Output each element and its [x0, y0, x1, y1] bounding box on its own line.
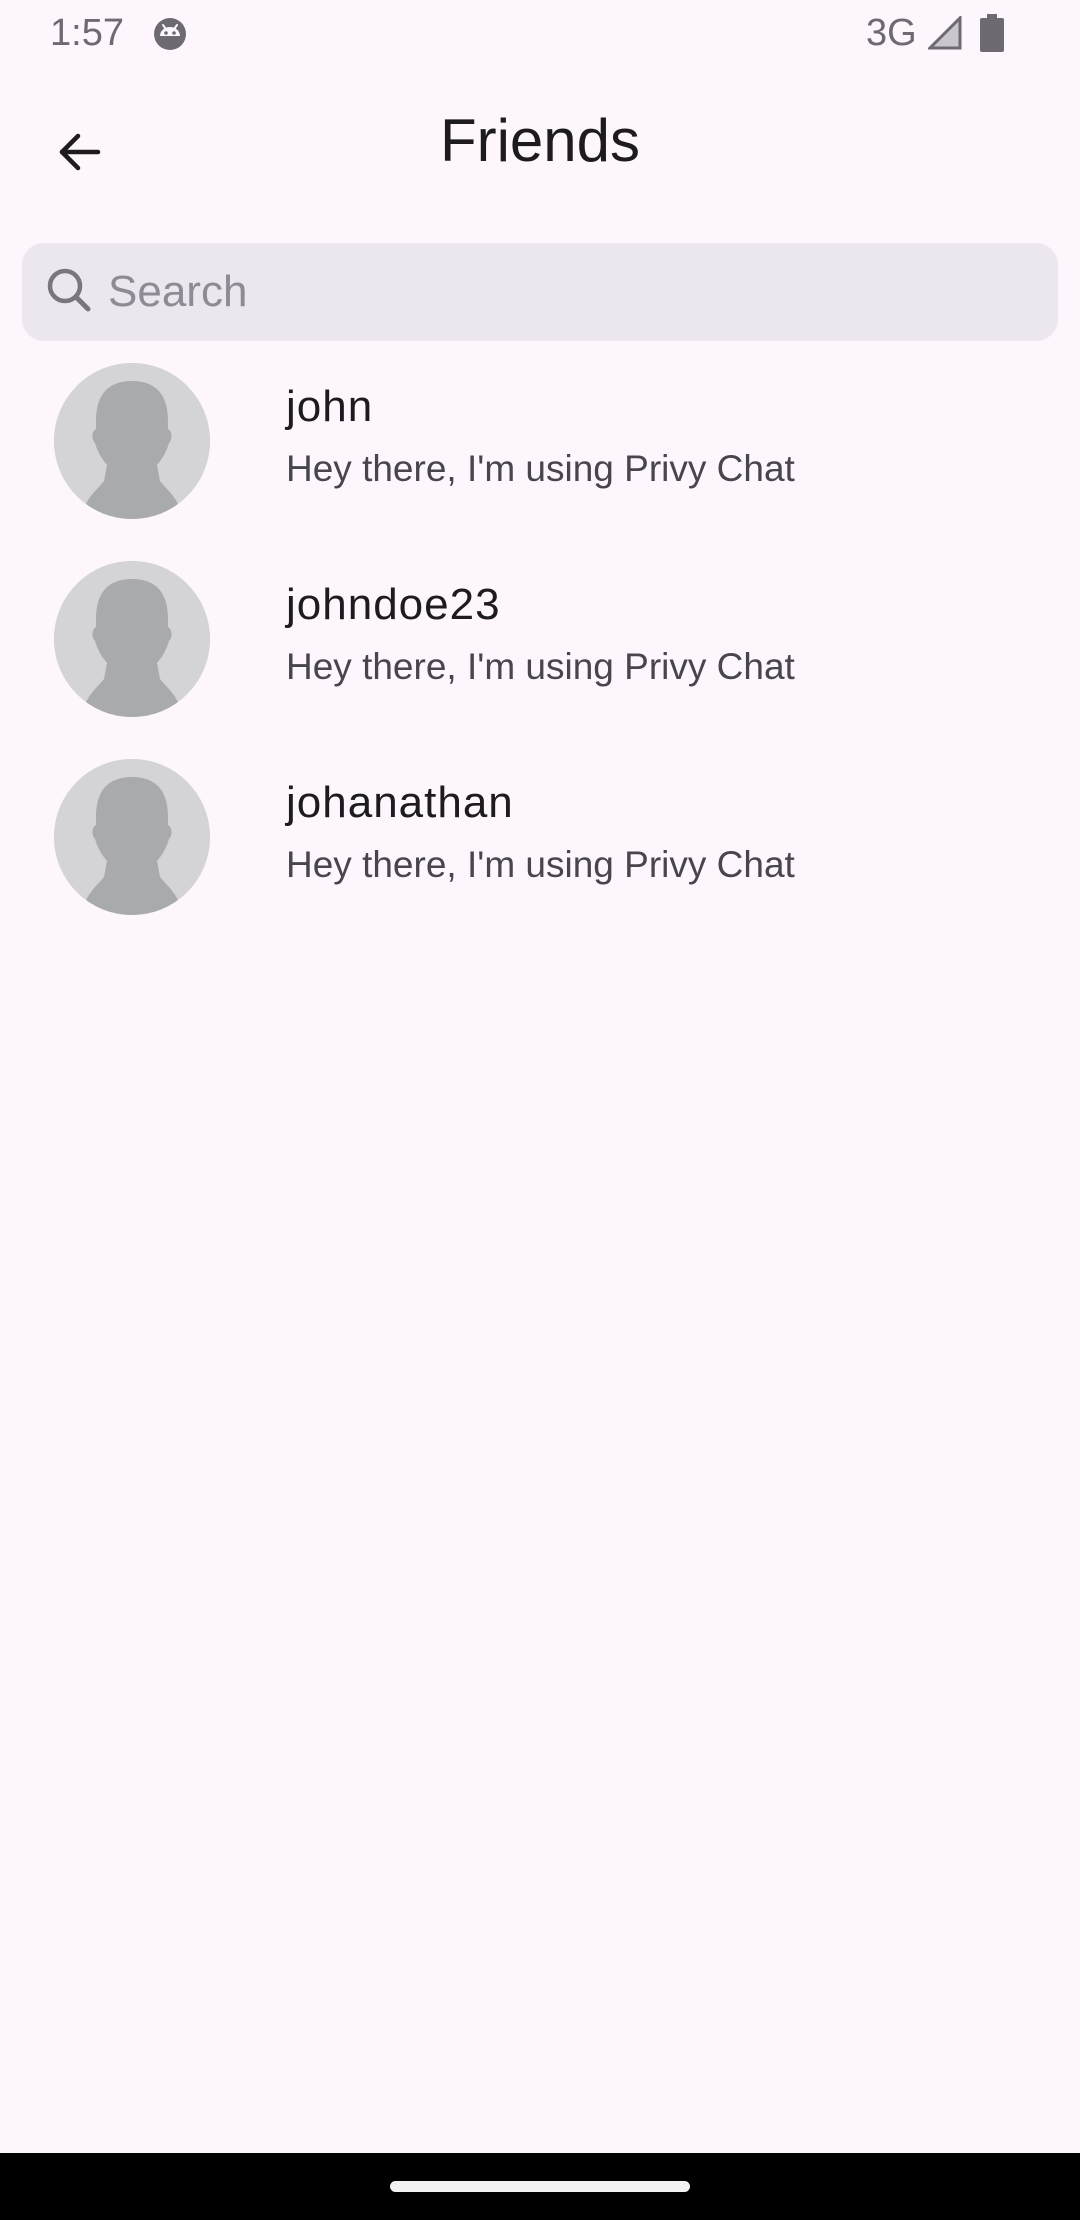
search-icon — [42, 263, 98, 319]
avatar — [54, 759, 210, 915]
default-avatar-icon — [54, 759, 210, 915]
app-bar: Friends — [0, 80, 1080, 204]
friend-item[interactable]: johndoe23 Hey there, I'm using Privy Cha… — [0, 550, 1080, 748]
friend-item[interactable]: johanathan Hey there, I'm using Privy Ch… — [0, 748, 1080, 946]
search-bar[interactable] — [22, 243, 1058, 341]
friend-name: john — [286, 382, 374, 431]
friend-status: Hey there, I'm using Privy Chat — [286, 646, 795, 687]
android-debug-icon — [152, 16, 188, 52]
status-bar: 1:57 3G — [0, 0, 1080, 66]
friend-name: johanathan — [286, 778, 514, 827]
status-time: 1:57 — [50, 12, 124, 54]
friends-screen: 1:57 3G Friends Search john Hey there, I… — [0, 0, 1080, 2220]
home-indicator[interactable] — [390, 2181, 690, 2192]
friend-status: Hey there, I'm using Privy Chat — [286, 448, 795, 489]
default-avatar-icon — [54, 561, 210, 717]
avatar — [54, 561, 210, 717]
navigation-bar — [0, 2153, 1080, 2220]
friend-item[interactable]: john Hey there, I'm using Privy Chat — [0, 352, 1080, 550]
avatar — [54, 363, 210, 519]
battery-icon — [980, 14, 1004, 52]
page-title: Friends — [439, 107, 641, 174]
friend-list: john Hey there, I'm using Privy Chat joh… — [0, 352, 1080, 946]
friend-status: Hey there, I'm using Privy Chat — [286, 844, 795, 885]
cell-signal-icon — [926, 14, 962, 50]
network-type: 3G — [866, 12, 917, 54]
search-input[interactable] — [108, 243, 1028, 341]
default-avatar-icon — [54, 363, 210, 519]
friend-name: johndoe23 — [286, 580, 501, 629]
